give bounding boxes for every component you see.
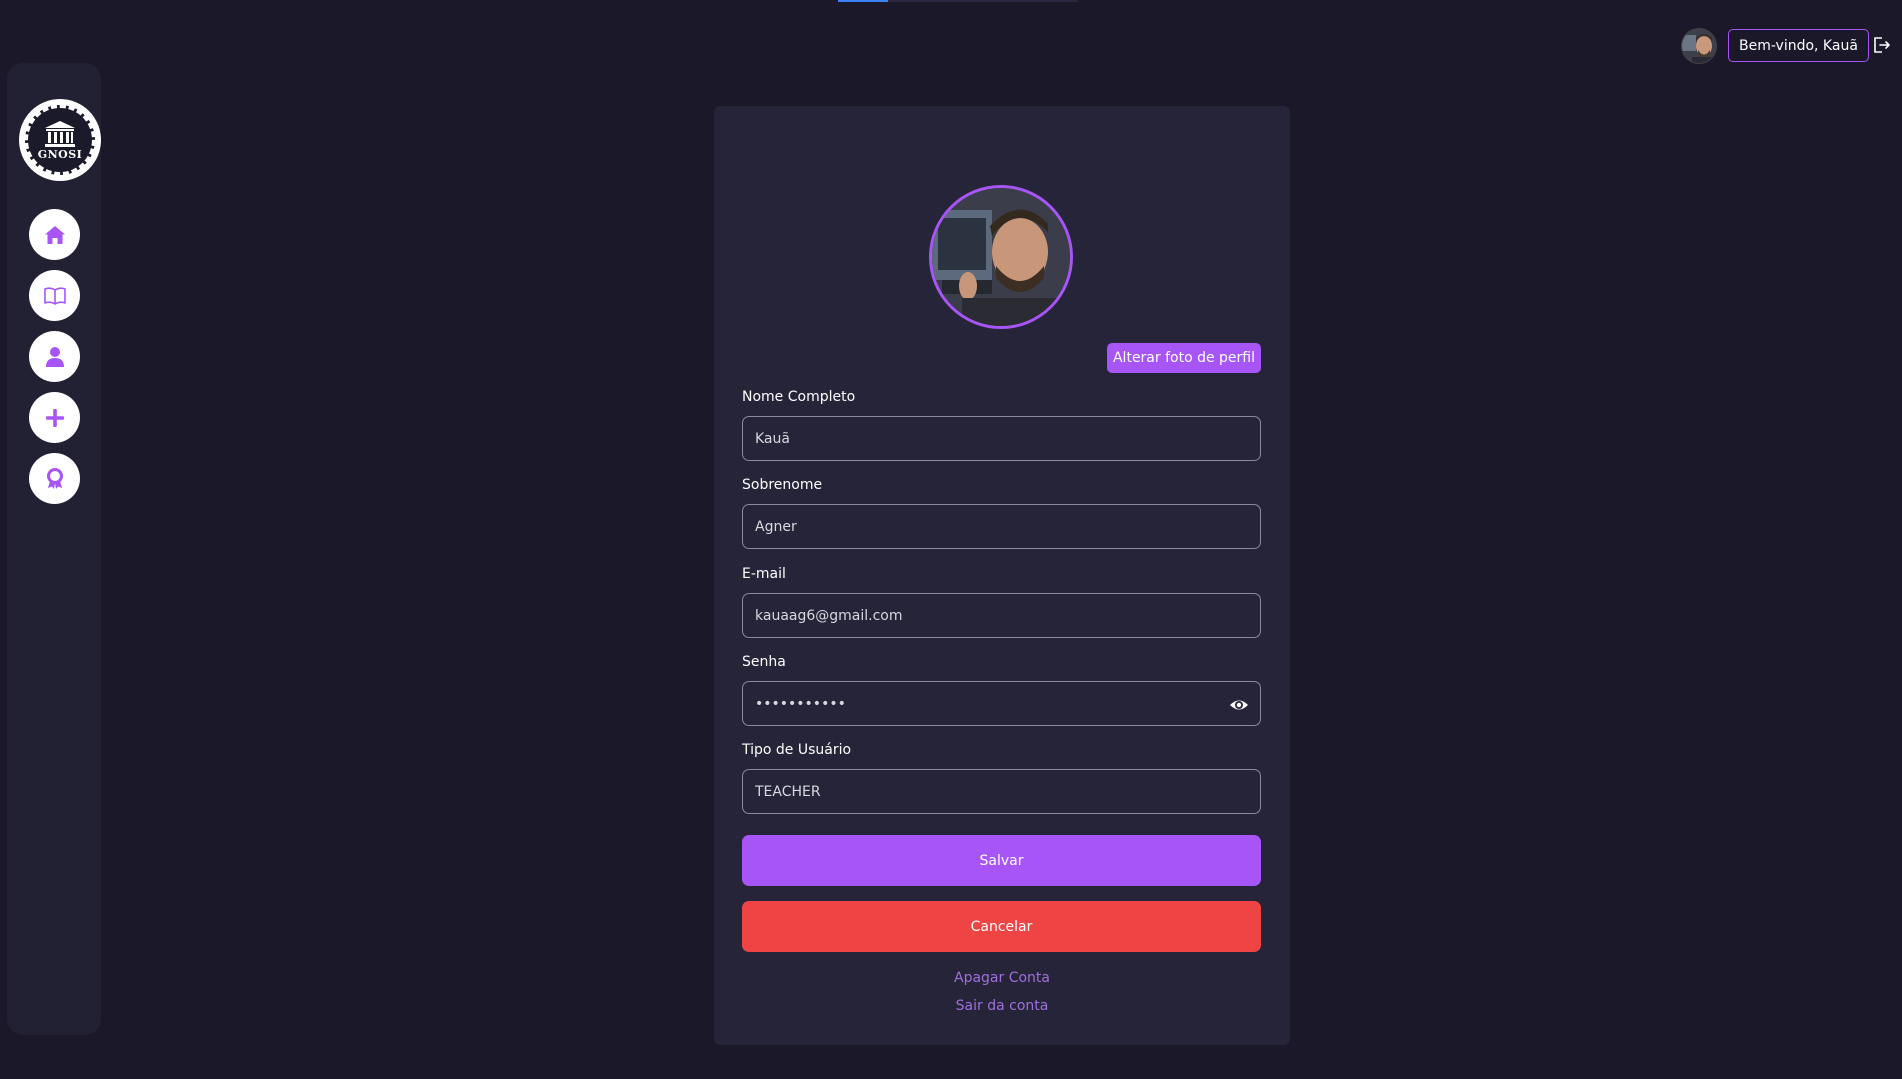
sidebar-item-courses[interactable] [29,270,80,321]
last-name-input[interactable] [742,504,1261,549]
header-avatar[interactable] [1681,28,1717,64]
profile-photo-image [932,188,1070,326]
eye-icon[interactable] [1229,695,1249,715]
sidebar-item-home[interactable] [29,209,80,260]
full-name-input[interactable] [742,416,1261,461]
email-input[interactable] [742,593,1261,638]
top-progress-bar [838,0,1078,2]
welcome-button[interactable]: Bem-vindo, Kauã [1728,29,1869,62]
user-type-label: Tipo de Usuário [742,742,852,758]
profile-card: Alterar foto de perfil Nome Completo Sob… [714,106,1290,1045]
avatar-image [1682,29,1716,63]
book-icon [43,286,66,305]
email-label: E-mail [742,566,786,582]
password-input[interactable] [742,681,1261,726]
logout-icon[interactable] [1873,36,1891,54]
cancel-button[interactable]: Cancelar [742,901,1261,952]
save-button[interactable]: Salvar [742,835,1261,886]
home-icon [44,225,65,244]
plus-icon [45,408,64,427]
logo-emblem: GNOSI [25,105,95,175]
profile-photo [929,185,1073,329]
sidebar: GNOSI [7,63,101,1035]
user-icon [45,346,64,367]
sidebar-item-add[interactable] [29,392,80,443]
full-name-label: Nome Completo [742,389,856,405]
user-type-input[interactable] [742,769,1261,814]
award-icon [46,467,63,489]
temple-icon [45,121,75,147]
last-name-label: Sobrenome [742,477,823,493]
sidebar-item-certificates[interactable] [29,453,80,504]
sidebar-item-profile[interactable] [29,331,80,382]
change-photo-button[interactable]: Alterar foto de perfil [1107,343,1261,373]
logo-text: GNOSI [37,148,83,161]
delete-account-link[interactable]: Apagar Conta [714,970,1290,986]
password-label: Senha [742,654,786,670]
app-logo[interactable]: GNOSI [19,99,101,181]
logout-link[interactable]: Sair da conta [714,998,1290,1014]
